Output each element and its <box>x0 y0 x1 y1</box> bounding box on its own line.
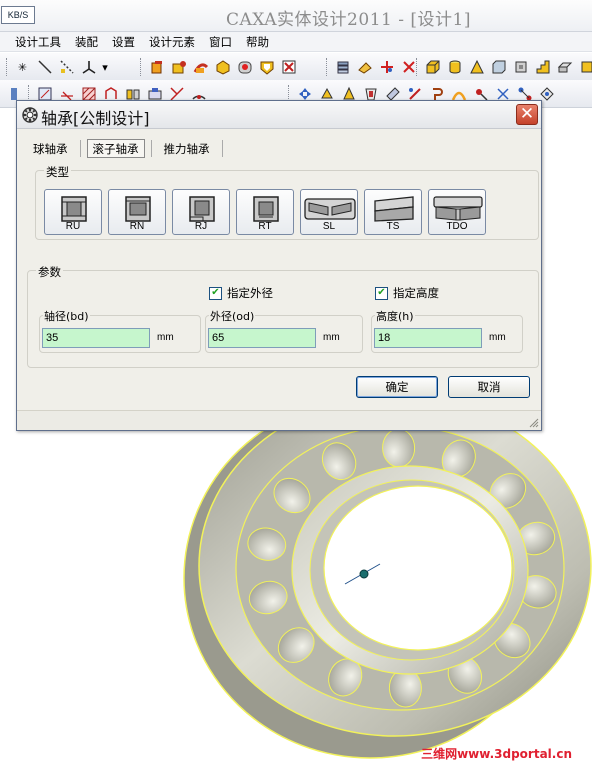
height-field: 高度(h) 18 mm <box>371 308 523 353</box>
tab-divider <box>150 140 152 157</box>
bearing-bore <box>323 485 513 651</box>
toolbar-grip <box>416 58 419 76</box>
boolean-icon[interactable] <box>279 58 298 77</box>
shell-icon[interactable] <box>257 58 276 77</box>
toolbar-grip <box>140 58 143 76</box>
status-badge: KB/S <box>1 6 35 24</box>
toolbar-group-edit <box>324 57 421 77</box>
bore-diameter-input[interactable]: 35 <box>42 328 150 348</box>
tab-divider <box>221 140 223 157</box>
type-button-label: TDO <box>446 221 468 232</box>
specify-height-checkbox-row[interactable]: ✔ 指定高度 <box>375 285 439 301</box>
point-tool-icon[interactable]: ✳ <box>13 58 32 77</box>
outer-diameter-unit: mm <box>323 332 340 343</box>
height-label: 高度(h) <box>375 308 415 324</box>
tab-thrust-bearing[interactable]: 推力轴承 <box>158 139 216 158</box>
revolve-icon[interactable] <box>169 58 188 77</box>
menu-assembly[interactable]: 装配 <box>68 34 105 50</box>
app-title: CAXA实体设计2011 - [设计1] <box>226 10 471 30</box>
line-tool-icon[interactable] <box>35 58 54 77</box>
toolbar-group-draw: ✳ ▾ <box>4 57 112 77</box>
type-button-ts[interactable]: TS <box>364 189 422 235</box>
type-button-label: SL <box>322 221 336 232</box>
specify-od-checkbox-row[interactable]: ✔ 指定外径 <box>209 285 273 301</box>
stair-solid-icon[interactable] <box>533 58 552 77</box>
extrude-icon[interactable] <box>147 58 166 77</box>
slab-solid-icon[interactable] <box>555 58 574 77</box>
layers-icon[interactable] <box>333 58 352 77</box>
cylinder-solid-icon[interactable] <box>445 58 464 77</box>
toolbar-grip <box>6 58 9 76</box>
type-button-label: TS <box>386 221 400 232</box>
dialog-title: 轴承[公制设计] <box>41 109 150 128</box>
dialog-titlebar[interactable]: 轴承[公制设计] ✕ <box>17 101 541 129</box>
tab-divider <box>79 140 81 157</box>
box-solid-icon[interactable] <box>423 58 442 77</box>
watermark-url: www.3dportal.cn <box>457 747 572 761</box>
toolbar-group-solids <box>414 57 592 77</box>
resize-grip-icon[interactable] <box>529 418 539 428</box>
fillet-icon[interactable] <box>235 58 254 77</box>
params-group-label: 参数 <box>36 264 63 280</box>
sweep-icon[interactable] <box>191 58 210 77</box>
menu-design-tools[interactable]: 设计工具 <box>8 34 68 50</box>
toolbar-group-features <box>138 57 301 77</box>
specify-height-checkbox[interactable]: ✔ <box>375 286 388 300</box>
type-button-ru[interactable]: RU <box>44 189 102 235</box>
wedge-solid-icon[interactable] <box>467 58 486 77</box>
type-group-label: 类型 <box>44 164 71 180</box>
outer-diameter-input[interactable]: 65 <box>208 328 316 348</box>
dropdown-arrow-icon[interactable]: ▾ <box>101 58 109 77</box>
eraser-icon[interactable] <box>355 58 374 77</box>
outer-diameter-field: 外径(od) 65 mm <box>205 308 363 353</box>
menu-bar: 设计工具 装配 设置 设计元素 窗口 帮助 <box>0 32 592 52</box>
bearing-gear-icon <box>22 107 38 123</box>
specify-height-label: 指定高度 <box>393 286 439 300</box>
type-button-rn[interactable]: RN <box>108 189 166 235</box>
axis-tool-icon[interactable] <box>79 58 98 77</box>
type-button-tdo[interactable]: TDO <box>428 189 486 235</box>
anchor-point-icon <box>359 569 369 579</box>
type-group: 类型 RU RN RJ RT SL TS TDO <box>35 164 539 240</box>
watermark: 三维网www.3dportal.cn <box>421 745 572 762</box>
tab-ball-bearing[interactable]: 球轴承 <box>27 139 74 158</box>
type-button-rj[interactable]: RJ <box>172 189 230 235</box>
height-input[interactable]: 18 <box>374 328 482 348</box>
menu-design-elements[interactable]: 设计元素 <box>142 34 202 50</box>
close-button[interactable]: ✕ <box>516 104 538 125</box>
menu-settings[interactable]: 设置 <box>105 34 142 50</box>
type-button-label: RJ <box>194 221 208 232</box>
chamfer-solid-icon[interactable] <box>489 58 508 77</box>
height-unit: mm <box>489 332 506 343</box>
menu-help[interactable]: 帮助 <box>239 34 276 50</box>
bore-diameter-label: 轴径(bd) <box>43 308 90 324</box>
outer-diameter-label: 外径(od) <box>209 308 256 324</box>
type-button-rt[interactable]: RT <box>236 189 294 235</box>
roller <box>382 428 416 468</box>
more-solids-icon[interactable] <box>577 58 592 77</box>
loft-icon[interactable] <box>213 58 232 77</box>
toolbar-grip <box>326 58 329 76</box>
bore-diameter-unit: mm <box>157 332 174 343</box>
bore-diameter-field: 轴径(bd) 35 mm <box>39 308 201 353</box>
app-titlebar: KB/S CAXA实体设计2011 - [设计1] <box>0 0 592 32</box>
tube-solid-icon[interactable] <box>511 58 530 77</box>
specify-od-label: 指定外径 <box>227 286 273 300</box>
menu-window[interactable]: 窗口 <box>202 34 239 50</box>
cancel-button[interactable]: 取消 <box>448 376 530 398</box>
toolbar-top: ✳ ▾ <box>0 53 592 81</box>
type-button-label: RT <box>258 221 272 232</box>
specify-od-checkbox[interactable]: ✔ <box>209 286 222 300</box>
ok-button[interactable]: 确定 <box>356 376 438 398</box>
pick-tool-icon[interactable] <box>57 58 76 77</box>
add-point-icon[interactable] <box>377 58 396 77</box>
bearing-dialog: 轴承[公制设计] ✕ 球轴承 滚子轴承 推力轴承 类型 RU RN RJ RT SL TS… <box>16 100 542 431</box>
type-button-sl[interactable]: SL <box>300 189 358 235</box>
type-button-label: RU <box>65 221 81 232</box>
watermark-brand: 三维网 <box>421 747 458 761</box>
bearing-tabs: 球轴承 滚子轴承 推力轴承 <box>27 139 229 158</box>
tab-roller-bearing[interactable]: 滚子轴承 <box>86 139 145 158</box>
type-button-label: RN <box>129 221 145 232</box>
dialog-statusbar <box>17 410 541 430</box>
